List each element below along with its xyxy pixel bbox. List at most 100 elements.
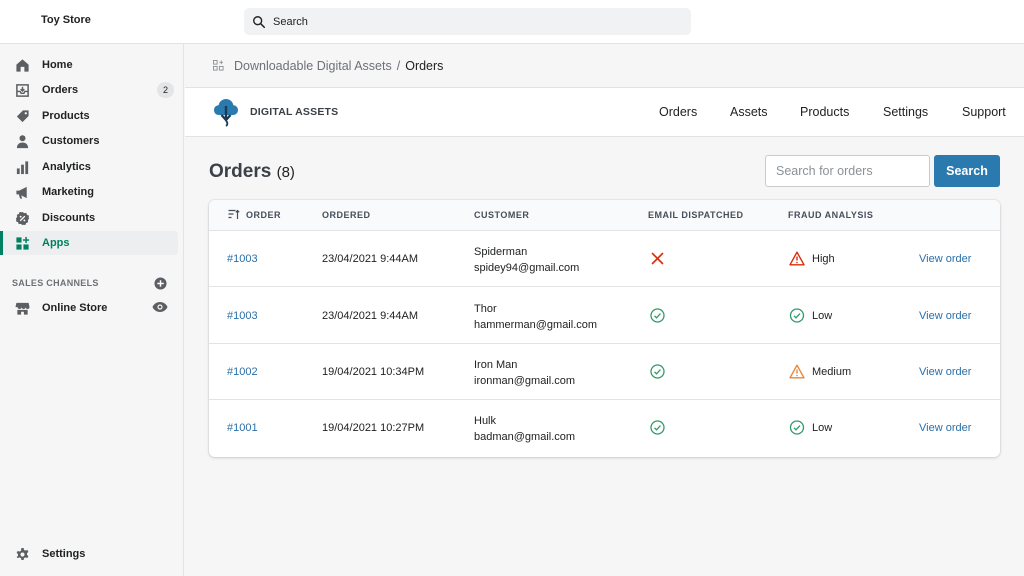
fraud-level: Low xyxy=(812,422,833,434)
add-channel-icon[interactable] xyxy=(154,277,167,290)
order-number-link[interactable]: #1002 xyxy=(227,366,258,378)
table-row: #1001 19/04/2021 10:27PM Hulk badman@gma… xyxy=(209,400,1000,456)
view-order-link[interactable]: View order xyxy=(919,422,971,434)
customer-email: hammerman@gmail.com xyxy=(474,319,598,331)
customer-name: Spiderman xyxy=(474,246,528,258)
table-row: #1003 23/04/2021 9:44AM Spiderman spidey… xyxy=(209,231,1000,287)
bar-chart-icon xyxy=(14,159,30,175)
check-circle-icon xyxy=(650,420,665,435)
customer-cell: Spiderman spidey94@gmail.com xyxy=(474,244,579,276)
store-name[interactable]: Toy Store xyxy=(41,14,91,26)
sidebar-item-label: Marketing xyxy=(42,186,94,198)
sidebar-item-label: Customers xyxy=(42,135,100,147)
sidebar: Home Orders 2 Products Customers Analyti… xyxy=(0,44,184,576)
order-date: 23/04/2021 9:44AM xyxy=(322,253,419,265)
customer-name: Iron Man xyxy=(474,359,518,371)
breadcrumb-parent[interactable]: Downloadable Digital Assets xyxy=(234,59,392,73)
column-header-email-dispatched[interactable]: EMAIL DISPATCHED xyxy=(648,210,744,220)
cross-icon xyxy=(651,252,664,265)
sales-channels-title: SALES CHANNELS xyxy=(12,278,99,288)
customer-email: ironman@gmail.com xyxy=(474,375,576,387)
tag-icon xyxy=(14,108,30,124)
customer-name: Hulk xyxy=(474,415,497,427)
global-search-placeholder: Search xyxy=(273,15,308,28)
sidebar-item-label: Online Store xyxy=(42,302,108,314)
store-icon xyxy=(14,300,30,316)
column-header-order[interactable]: ORDER xyxy=(246,210,281,220)
customer-cell: Hulk badman@gmail.com xyxy=(474,413,575,445)
breadcrumb-separator: / xyxy=(396,58,401,73)
sidebar-item-analytics[interactable]: Analytics xyxy=(0,155,178,179)
home-icon xyxy=(14,57,30,73)
apps-grid-icon xyxy=(213,60,224,71)
sidebar-item-discounts[interactable]: Discounts xyxy=(0,206,178,230)
app-nav-support[interactable]: Support xyxy=(962,105,1006,119)
check-circle-icon xyxy=(789,420,805,435)
sidebar-item-label: Discounts xyxy=(42,212,96,224)
sidebar-item-products[interactable]: Products xyxy=(0,104,178,128)
page-title-text: Orders xyxy=(209,161,272,182)
customer-cell: Iron Man ironman@gmail.com xyxy=(474,357,575,389)
sidebar-item-customers[interactable]: Customers xyxy=(0,129,178,153)
apps-icon xyxy=(14,235,30,251)
sidebar-item-apps[interactable]: Apps xyxy=(0,231,178,255)
global-search-input[interactable]: Search xyxy=(244,8,691,35)
sort-icon[interactable] xyxy=(228,209,240,220)
orders-count: (8) xyxy=(276,164,295,181)
order-number-link[interactable]: #1001 xyxy=(227,422,258,434)
order-date: 19/04/2021 10:27PM xyxy=(322,422,425,434)
warning-triangle-icon xyxy=(789,251,805,266)
cloud-download-logo-icon xyxy=(214,99,238,127)
fraud-level: Medium xyxy=(812,366,852,378)
fraud-level: High xyxy=(812,253,835,265)
view-order-link[interactable]: View order xyxy=(919,366,971,378)
sidebar-item-label: Home xyxy=(42,59,73,71)
sidebar-item-label: Analytics xyxy=(42,161,91,173)
order-date: 23/04/2021 9:44AM xyxy=(322,310,419,322)
order-number-link[interactable]: #1003 xyxy=(227,310,258,322)
sidebar-item-label: Products xyxy=(42,110,90,122)
column-header-customer[interactable]: CUSTOMER xyxy=(474,210,529,220)
breadcrumb-current: Orders xyxy=(405,58,444,73)
orders-table: ORDER ORDERED CUSTOMER EMAIL DISPATCHED … xyxy=(209,200,1000,457)
view-order-link[interactable]: View order xyxy=(919,310,971,322)
app-nav-orders[interactable]: Orders xyxy=(659,105,697,119)
sidebar-item-settings[interactable]: Settings xyxy=(0,542,178,566)
sidebar-item-label: Apps xyxy=(42,237,70,249)
check-circle-icon xyxy=(650,364,665,379)
app-nav-assets[interactable]: Assets xyxy=(730,105,768,119)
customer-email: badman@gmail.com xyxy=(474,431,576,443)
discount-icon xyxy=(14,210,30,226)
fraud-level: Low xyxy=(812,310,833,322)
orders-count-badge: 2 xyxy=(157,82,174,98)
app-nav-settings[interactable]: Settings xyxy=(883,105,928,119)
order-search-input[interactable] xyxy=(765,155,930,187)
orders-icon xyxy=(14,82,30,98)
search-icon xyxy=(253,15,266,28)
order-number-link[interactable]: #1003 xyxy=(227,253,258,265)
eye-icon[interactable] xyxy=(152,301,168,313)
sidebar-item-marketing[interactable]: Marketing xyxy=(0,180,178,204)
table-header: ORDER ORDERED CUSTOMER EMAIL DISPATCHED … xyxy=(209,200,1000,231)
person-icon xyxy=(14,133,30,149)
column-header-ordered[interactable]: ORDERED xyxy=(322,210,371,220)
app-nav-products[interactable]: Products xyxy=(800,105,849,119)
view-order-link[interactable]: View order xyxy=(919,253,971,265)
order-date: 19/04/2021 10:34PM xyxy=(322,366,425,378)
sidebar-item-label: Orders xyxy=(42,84,79,96)
gear-icon xyxy=(14,546,30,562)
column-header-fraud-analysis[interactable]: FRAUD ANALYSIS xyxy=(788,210,873,220)
page-title: Orders (8) xyxy=(209,161,295,183)
table-row: #1002 19/04/2021 10:34PM Iron Man ironma… xyxy=(209,344,1000,400)
customer-email: spidey94@gmail.com xyxy=(474,262,580,274)
app-header: DIGITAL ASSETS Orders Assets Products Se… xyxy=(185,87,1024,137)
table-row: #1003 23/04/2021 9:44AM Thor hammerman@g… xyxy=(209,288,1000,344)
megaphone-icon xyxy=(14,184,30,200)
customer-cell: Thor hammerman@gmail.com xyxy=(474,301,597,333)
app-brand-name: DIGITAL ASSETS xyxy=(250,106,339,118)
sidebar-item-home[interactable]: Home xyxy=(0,53,178,77)
warning-triangle-icon xyxy=(789,364,805,379)
search-button[interactable]: Search xyxy=(934,155,1000,187)
check-circle-icon xyxy=(789,308,805,323)
sidebar-item-orders[interactable]: Orders 2 xyxy=(0,78,178,102)
